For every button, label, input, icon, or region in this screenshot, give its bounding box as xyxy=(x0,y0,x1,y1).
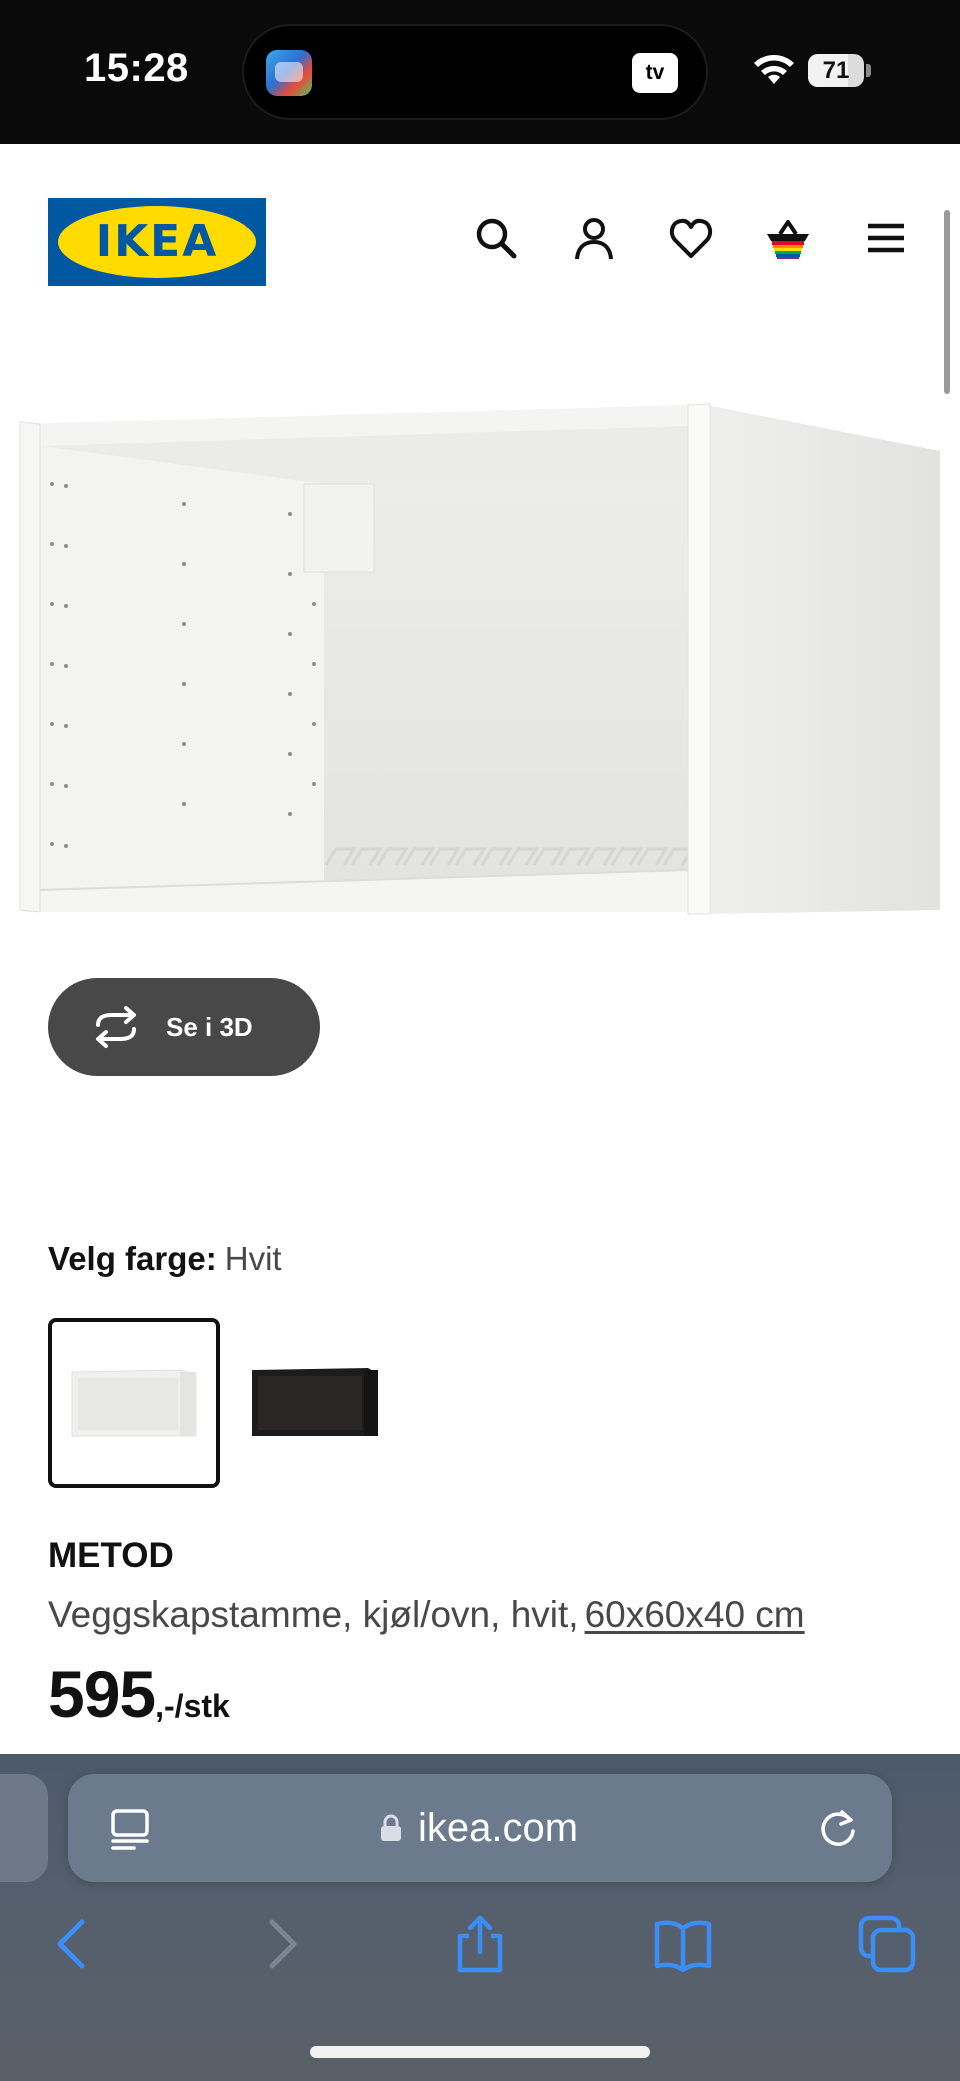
game-app-icon xyxy=(266,50,312,96)
product-price: 595,-/stk xyxy=(48,1656,230,1732)
battery-nub xyxy=(866,64,871,77)
address-bar[interactable]: ikea.com xyxy=(68,1774,892,1882)
price-suffix: ,-/stk xyxy=(155,1688,230,1724)
product-description-text: Veggskapstamme, kjøl/ovn, hvit, xyxy=(48,1594,579,1635)
product-image[interactable] xyxy=(0,380,960,940)
url-text[interactable]: ikea.com xyxy=(418,1774,578,1882)
logo-text: IKEA xyxy=(95,216,219,267)
product-name: METOD xyxy=(48,1536,174,1575)
tabs-icon[interactable] xyxy=(857,1914,917,1974)
browser-toolbar: ikea.com xyxy=(0,1754,960,2081)
reload-icon[interactable] xyxy=(816,1806,860,1850)
menu-icon[interactable] xyxy=(862,214,910,262)
search-icon[interactable] xyxy=(472,214,520,262)
price-integer: 595 xyxy=(48,1657,156,1731)
basket-icon[interactable] xyxy=(764,214,812,262)
account-icon[interactable] xyxy=(570,214,618,262)
product-description: Veggskapstamme, kjøl/ovn, hvit, 60x60x40 … xyxy=(48,1594,805,1636)
apple-tv-label: tv xyxy=(645,61,665,84)
status-bar: 15:28 tv 71 xyxy=(0,0,960,144)
previous-tab-preview[interactable] xyxy=(0,1774,48,1882)
color-heading: Velg farge: Hvit xyxy=(48,1240,282,1278)
ikea-logo[interactable]: IKEA ® xyxy=(48,198,266,286)
apple-tv-icon: tv xyxy=(632,53,678,93)
logo-registered-mark: ® xyxy=(245,220,252,230)
back-icon[interactable] xyxy=(44,1914,104,1974)
swatch-white-image xyxy=(71,1369,197,1437)
wifi-icon xyxy=(754,55,794,84)
rotate-3d-icon xyxy=(96,1006,136,1048)
battery-percent: 71 xyxy=(822,57,850,84)
swatch-black-image xyxy=(252,1368,378,1436)
share-icon[interactable] xyxy=(450,1914,510,1974)
product-measurement-link[interactable]: 60x60x40 cm xyxy=(585,1594,805,1635)
forward-icon[interactable] xyxy=(250,1914,310,1974)
view-in-3d-label: Se i 3D xyxy=(166,1012,253,1042)
lock-icon xyxy=(381,1814,401,1841)
dynamic-island: tv xyxy=(244,26,706,118)
home-indicator[interactable] xyxy=(310,2046,650,2058)
color-label: Velg farge: xyxy=(48,1240,217,1277)
bookmarks-icon[interactable] xyxy=(653,1914,713,1974)
site-header: IKEA ® xyxy=(0,144,960,344)
view-in-3d-button[interactable]: Se i 3D xyxy=(48,978,320,1076)
heart-icon[interactable] xyxy=(667,214,715,262)
swatch-white[interactable] xyxy=(48,1318,220,1488)
selected-color: Hvit xyxy=(224,1240,282,1277)
scroll-indicator[interactable] xyxy=(944,210,950,394)
status-time: 15:28 xyxy=(84,46,189,90)
reader-mode-icon[interactable] xyxy=(110,1808,150,1850)
battery-icon: 71 xyxy=(808,54,864,87)
